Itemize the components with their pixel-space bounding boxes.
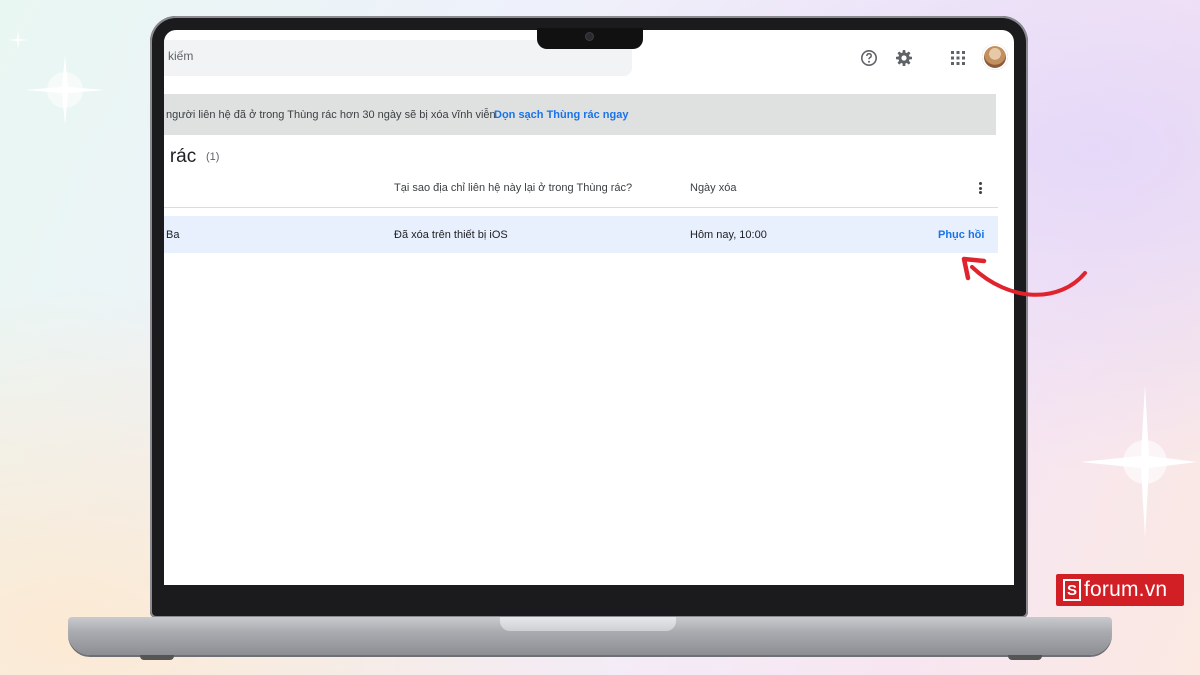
page-title: g rác	[164, 146, 197, 167]
settings-icon[interactable]	[892, 46, 916, 70]
restore-button[interactable]: Phục hồi	[938, 229, 984, 241]
logo-mark: S	[1063, 579, 1081, 601]
logo-text: forum.vn	[1084, 578, 1168, 601]
avatar[interactable]	[982, 44, 1008, 70]
trash-notice-text: người liên hệ đã ở trong Thùng rác hơn 3…	[166, 109, 496, 121]
sparkle-icon	[8, 30, 28, 50]
deletion-date: Hôm nay, 10:00	[690, 229, 767, 241]
empty-trash-link[interactable]: Dọn sạch Thùng rác ngay	[494, 109, 628, 121]
header-divider	[164, 207, 998, 208]
camera-icon	[586, 33, 593, 40]
contact-name: Ba	[166, 229, 180, 241]
laptop-foot	[1008, 655, 1042, 660]
sforum-logo: S forum.vn	[1056, 574, 1184, 606]
laptop-base-opening	[500, 617, 676, 631]
more-options-icon[interactable]	[974, 180, 986, 196]
help-icon[interactable]	[857, 46, 881, 70]
sparkle-icon	[1080, 385, 1197, 538]
trash-count-badge: (1)	[206, 151, 220, 163]
deletion-reason: Đã xóa trên thiết bị iOS	[394, 229, 508, 241]
pointer-arrow-icon	[961, 256, 1087, 297]
search-input-placeholder[interactable]: kiếm	[168, 49, 193, 63]
table-row[interactable]	[164, 216, 998, 253]
column-header-deleted-date: Ngày xóa	[690, 182, 737, 194]
laptop-foot	[140, 655, 174, 660]
sparkle-icon	[25, 55, 105, 125]
screen-bezel-bottom	[164, 585, 1014, 607]
column-header-reason: Tại sao địa chỉ liên hệ này lại ở trong …	[394, 182, 633, 194]
apps-icon[interactable]	[946, 46, 970, 70]
browser-screen: kiếm người liên hệ đã ở trong Thùng rác …	[164, 30, 1014, 585]
